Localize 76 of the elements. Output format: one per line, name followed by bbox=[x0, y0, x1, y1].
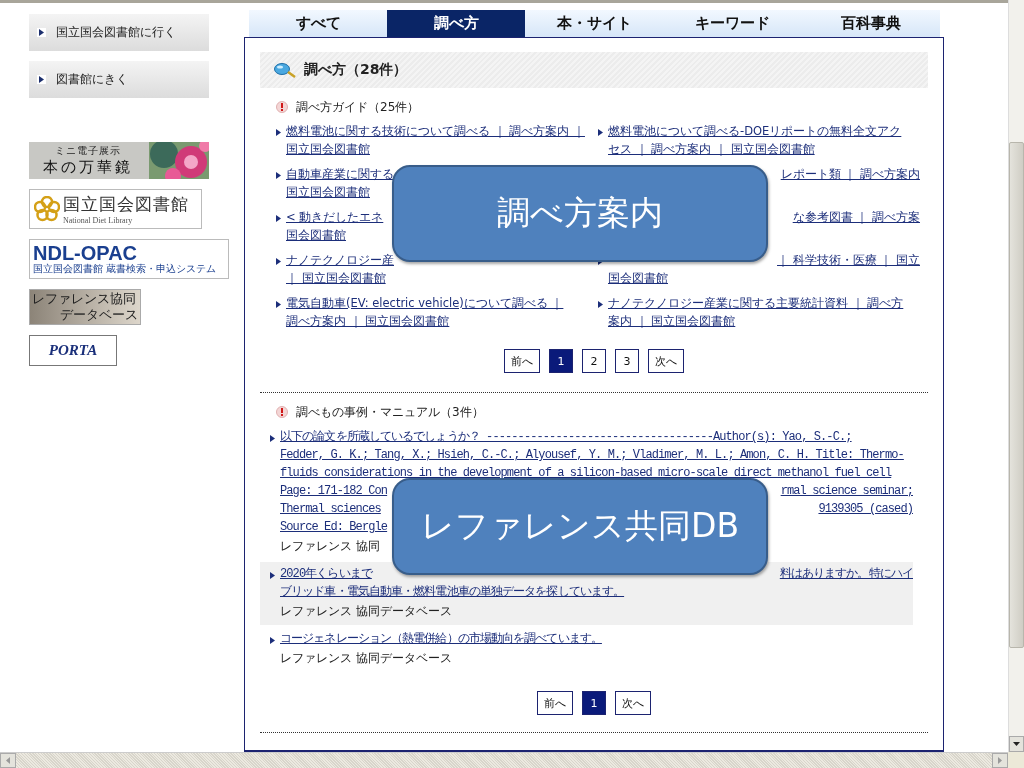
exhibit-banner[interactable]: ミニ電子展示 本の万華鏡 bbox=[29, 142, 209, 179]
result-link[interactable]: コージェネレーション（熱電併給）の市場動向を調べています。 bbox=[280, 630, 602, 648]
result-link[interactable]: 調べ方案内 ｜ 国立国会図書館 bbox=[286, 312, 450, 330]
result-link[interactable]: Fedder, G. K.; Tang, X.; Hsieh, C.-C.; Alyousef, Y. M.; Vladimer, M. L.; Amon, C. H. Title: Thermo- bbox=[280, 446, 904, 464]
page-button[interactable]: 1 bbox=[549, 349, 573, 373]
page-button[interactable]: 1 bbox=[582, 691, 606, 715]
banner-title: データベース bbox=[60, 307, 138, 323]
banner-caption: ミニ電子展示 bbox=[55, 144, 121, 158]
result-link[interactable]: 以下の論文を所蔵しているでしょうか？ ------------------------------------Author(s): Yao, S.-C.; bbox=[280, 428, 852, 446]
result-link[interactable]: 案内 ｜ 国立国会図書館 bbox=[608, 312, 736, 330]
result-link[interactable]: 国会図書館 bbox=[608, 269, 668, 287]
magnifier-icon bbox=[274, 62, 296, 78]
result-link[interactable]: 9139305 (cased) bbox=[818, 500, 913, 518]
source-label: レファレンス 協同データベース bbox=[279, 650, 453, 667]
result-link[interactable]: ナノテクノロジー産業に関する主要統計資料 ｜ 調べ方 bbox=[608, 294, 904, 312]
banner-title: レファレンス協同 bbox=[32, 291, 137, 307]
callout-label: 調べ方案内 bbox=[392, 165, 768, 262]
left-arrow-icon bbox=[6, 757, 10, 764]
page-button[interactable]: 次へ bbox=[615, 691, 651, 715]
results-heading: 調べ方（28件） bbox=[304, 61, 408, 79]
result-link[interactable]: セス ｜ 調べ方案内 ｜ 国立国会図書館 bbox=[608, 140, 815, 158]
result-link[interactable]: ｜ 科学技術・医療 ｜ 国立 bbox=[777, 251, 920, 269]
banner-title: NDL-OPAC bbox=[33, 243, 138, 263]
result-link[interactable]: 料はありますか。特にハイ bbox=[779, 565, 913, 583]
page-button[interactable]: 次へ bbox=[648, 349, 684, 373]
page-button[interactable]: 3 bbox=[615, 349, 639, 373]
section-title: 調べ方ガイド（25件） bbox=[296, 98, 420, 116]
right-arrow-icon bbox=[998, 757, 1002, 764]
flower-icon bbox=[34, 196, 60, 222]
tab[interactable]: すべて bbox=[249, 10, 388, 37]
reference-banner[interactable]: レファレンス協同 データベース bbox=[29, 289, 141, 325]
result-link[interactable]: ナノテクノロジー産 bbox=[286, 251, 394, 269]
library-banner[interactable]: 国立国会図書館 National Diet Library bbox=[29, 189, 202, 229]
result-link[interactable]: 国立国会図書館 bbox=[286, 183, 370, 201]
alert-icon bbox=[276, 101, 288, 113]
sidebar-link-button[interactable]: 図書館にきく bbox=[29, 61, 209, 98]
page-button[interactable]: 前へ bbox=[504, 349, 540, 373]
scroll-left-button[interactable] bbox=[0, 753, 16, 768]
porta-banner[interactable]: PORTA bbox=[29, 335, 117, 366]
source-label: レファレンス 協同データベース bbox=[279, 603, 453, 620]
alert-icon bbox=[276, 406, 288, 418]
callout-label: レファレンス共同DB bbox=[392, 478, 768, 575]
scroll-down-button[interactable] bbox=[1009, 736, 1024, 752]
result-link[interactable]: レポート類 ｜ 調べ方案内 bbox=[780, 165, 920, 183]
scrollbar-corner bbox=[1008, 752, 1024, 768]
result-link[interactable]: ブリッド車・電気自動車・燃料電池車の単独データを探しています。 bbox=[280, 583, 625, 601]
result-link[interactable]: Page: 171-182 Con bbox=[280, 482, 388, 500]
result-link[interactable]: Thermal sciences bbox=[280, 500, 381, 518]
result-link[interactable]: な参考図書 ｜ 調べ方案 bbox=[792, 208, 920, 226]
result-link[interactable]: 国会図書館 bbox=[286, 226, 346, 244]
down-arrow-icon bbox=[1013, 742, 1020, 746]
opac-banner[interactable]: NDL-OPAC 国立国会図書館 蔵書検索・申込システム bbox=[29, 239, 229, 279]
result-link[interactable]: 国立国会図書館 bbox=[286, 140, 370, 158]
result-link[interactable]: Source Ed: Bergle bbox=[280, 518, 388, 536]
result-link[interactable]: < 動きだしたエネ bbox=[286, 208, 384, 226]
tab[interactable]: 百科事典 bbox=[801, 10, 940, 37]
sidebar-link-button[interactable]: 国立国会図書館に行く bbox=[29, 14, 209, 51]
banner-title: 国立国会図書館 bbox=[63, 193, 189, 216]
banner-title: 本の万華鏡 bbox=[43, 158, 133, 177]
scrollbar-thumb[interactable] bbox=[1009, 142, 1024, 648]
page-button[interactable]: 前へ bbox=[537, 691, 573, 715]
result-link[interactable]: 燃料電池について調べる-DOEリポートの無料全文アク bbox=[608, 122, 902, 140]
result-link[interactable]: 燃料電池に関する技術について調べる ｜ 調べ方案内 ｜ bbox=[286, 122, 585, 140]
page-button[interactable]: 2 bbox=[582, 349, 606, 373]
result-link[interactable]: 電気自動車(EV: electric vehicle)について調べる ｜ bbox=[286, 294, 564, 312]
source-label: レファレンス 協同 bbox=[279, 538, 381, 555]
result-link[interactable]: ｜ 国立国会図書館 bbox=[286, 269, 386, 287]
result-link[interactable]: 自動車産業に関する bbox=[286, 165, 394, 183]
result-link[interactable]: 2020年くらいまで bbox=[280, 565, 372, 583]
banner-caption: 国立国会図書館 蔵書検索・申込システム bbox=[33, 263, 217, 275]
tab[interactable]: 調べ方 bbox=[387, 10, 526, 37]
banner-caption: National Diet Library bbox=[63, 216, 134, 225]
result-link[interactable]: rmal science seminar; bbox=[780, 482, 913, 500]
tab[interactable]: キーワード bbox=[663, 10, 802, 37]
section-title: 調べもの事例・マニュアル（3件） bbox=[296, 403, 484, 421]
tab[interactable]: 本・サイト bbox=[525, 10, 664, 37]
